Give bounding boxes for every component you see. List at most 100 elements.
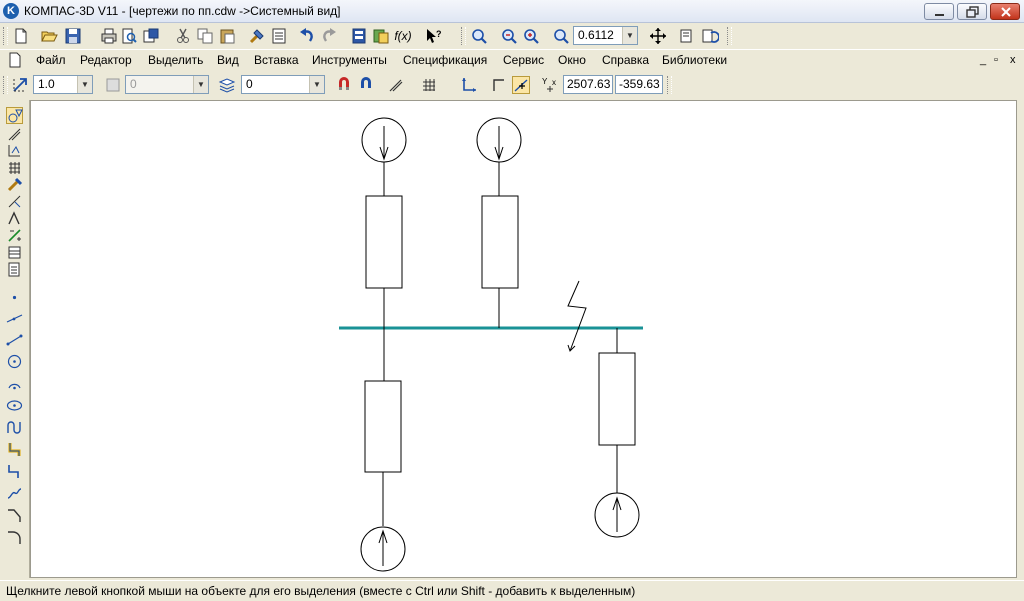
save-icon[interactable] xyxy=(64,27,82,45)
coordinate-x-field[interactable]: 2507.63 xyxy=(563,75,613,94)
layer-combo[interactable]: 0 ▼ xyxy=(241,75,325,94)
preview-icon[interactable] xyxy=(120,27,138,45)
measure-icon[interactable] xyxy=(6,193,23,210)
zoom-window-icon[interactable] xyxy=(500,27,518,45)
ellipse-icon[interactable] xyxy=(6,397,23,414)
magnet-snap-icon[interactable] xyxy=(335,76,353,94)
drawing-canvas[interactable] xyxy=(30,100,1017,578)
polyline-icon[interactable] xyxy=(6,463,23,480)
mdi-minimize-button[interactable]: _ xyxy=(980,54,986,66)
copy-icon[interactable] xyxy=(196,27,214,45)
resistor-element[interactable] xyxy=(364,380,402,473)
list-icon[interactable] xyxy=(270,27,288,45)
cursor-coordinates-icon: Yx xyxy=(541,76,559,94)
zoom-out-icon[interactable] xyxy=(522,27,540,45)
properties-icon[interactable] xyxy=(248,27,266,45)
regenerate-icon[interactable] xyxy=(679,27,697,45)
new-icon[interactable] xyxy=(12,27,30,45)
undo-icon[interactable] xyxy=(298,27,316,45)
coordinate-y-field[interactable]: -359.63 xyxy=(615,75,663,94)
mdi-restore-button[interactable]: ▫ xyxy=(994,54,998,66)
menu-service[interactable]: Сервис xyxy=(503,53,544,67)
resistor-element[interactable] xyxy=(598,352,636,446)
scale-icon[interactable] xyxy=(11,76,29,94)
fillet-icon[interactable] xyxy=(6,529,23,546)
toolbar-grip[interactable] xyxy=(727,27,732,45)
menu-window[interactable]: Окно xyxy=(558,53,586,67)
help-pointer-icon[interactable]: ? xyxy=(424,27,442,45)
circle-icon[interactable] xyxy=(6,353,23,370)
point-icon[interactable] xyxy=(6,289,23,306)
mdi-close-button[interactable]: x xyxy=(1010,54,1016,66)
pan-icon[interactable] xyxy=(649,27,667,45)
restore-button[interactable] xyxy=(957,3,987,20)
menu-select[interactable]: Выделить xyxy=(148,53,203,67)
library-icon[interactable] xyxy=(372,27,390,45)
dynamic-snap-icon[interactable] xyxy=(512,76,530,94)
scale-combo[interactable]: 1.0 ▼ xyxy=(33,75,93,94)
menu-specification[interactable]: Спецификация xyxy=(403,53,487,67)
reports-icon[interactable] xyxy=(6,244,23,261)
spline-icon[interactable] xyxy=(6,419,23,436)
round-icon[interactable] xyxy=(490,76,508,94)
grid-icon[interactable] xyxy=(420,76,438,94)
function-icon[interactable]: f(x) xyxy=(394,27,412,45)
menu-editor[interactable]: Редактор xyxy=(80,53,132,67)
chamfer-icon[interactable] xyxy=(6,507,23,524)
redo-icon[interactable] xyxy=(320,27,338,45)
select-icon[interactable] xyxy=(6,210,23,227)
branch-left-upper[interactable] xyxy=(361,117,407,381)
chevron-down-icon[interactable]: ▼ xyxy=(193,76,208,93)
arc-icon[interactable] xyxy=(6,375,23,392)
magnet-local-icon[interactable] xyxy=(357,76,375,94)
designations-icon[interactable] xyxy=(6,142,23,159)
toolbar-grip[interactable] xyxy=(3,76,8,94)
curve-icon[interactable] xyxy=(6,485,23,502)
minimize-button[interactable] xyxy=(924,3,954,20)
spec-icon[interactable] xyxy=(6,227,23,244)
edit-icon[interactable] xyxy=(6,159,23,176)
menu-insert[interactable]: Вставка xyxy=(254,53,299,67)
insert-fragment-icon[interactable] xyxy=(6,261,23,278)
segment-icon[interactable] xyxy=(6,331,23,348)
zoom-scale-icon[interactable] xyxy=(552,27,570,45)
menu-libraries[interactable]: Библиотеки xyxy=(662,53,727,67)
chevron-down-icon[interactable]: ▼ xyxy=(77,76,92,93)
branch-left-lower[interactable] xyxy=(360,380,406,572)
toolbar-grip[interactable] xyxy=(461,27,466,45)
zoom-combo[interactable]: 0.6112 ▼ xyxy=(573,26,638,45)
geometry-icon[interactable] xyxy=(6,107,23,124)
parametrize-icon[interactable] xyxy=(6,176,23,193)
menu-view[interactable]: Вид xyxy=(217,53,239,67)
zoom-icon[interactable] xyxy=(470,27,488,45)
branch-middle-upper[interactable] xyxy=(476,117,522,328)
hatch-icon[interactable] xyxy=(6,441,23,458)
manager-icon[interactable] xyxy=(350,27,368,45)
branch-right-lower[interactable] xyxy=(594,328,640,538)
chevron-down-icon[interactable]: ▼ xyxy=(309,76,324,93)
resistor-element[interactable] xyxy=(365,195,403,289)
short-circuit-symbol[interactable] xyxy=(567,280,587,352)
chevron-down-icon[interactable]: ▼ xyxy=(622,27,637,44)
close-button[interactable] xyxy=(990,3,1020,20)
cut-icon[interactable] xyxy=(174,27,192,45)
document-icon[interactable] xyxy=(6,51,24,69)
refresh-icon[interactable] xyxy=(701,27,719,45)
line-icon[interactable] xyxy=(6,310,23,327)
menu-tools[interactable]: Инструменты xyxy=(312,53,387,67)
layer-state-icon[interactable] xyxy=(104,76,122,94)
toolbar-grip[interactable] xyxy=(3,27,8,45)
state-combo[interactable]: 0 ▼ xyxy=(125,75,209,94)
transfer-icon[interactable] xyxy=(142,27,160,45)
toolbar-grip[interactable] xyxy=(667,76,672,94)
layers-icon[interactable] xyxy=(218,76,236,94)
orthogonal-icon[interactable] xyxy=(387,76,405,94)
resistor-element[interactable] xyxy=(481,195,519,289)
coordinate-system-icon[interactable] xyxy=(460,76,478,94)
menu-help[interactable]: Справка xyxy=(602,53,649,67)
paste-icon[interactable] xyxy=(218,27,236,45)
dimensions-icon[interactable] xyxy=(6,126,23,143)
menu-file[interactable]: Файл xyxy=(36,53,66,67)
print-icon[interactable] xyxy=(100,27,118,45)
open-icon[interactable] xyxy=(40,27,58,45)
